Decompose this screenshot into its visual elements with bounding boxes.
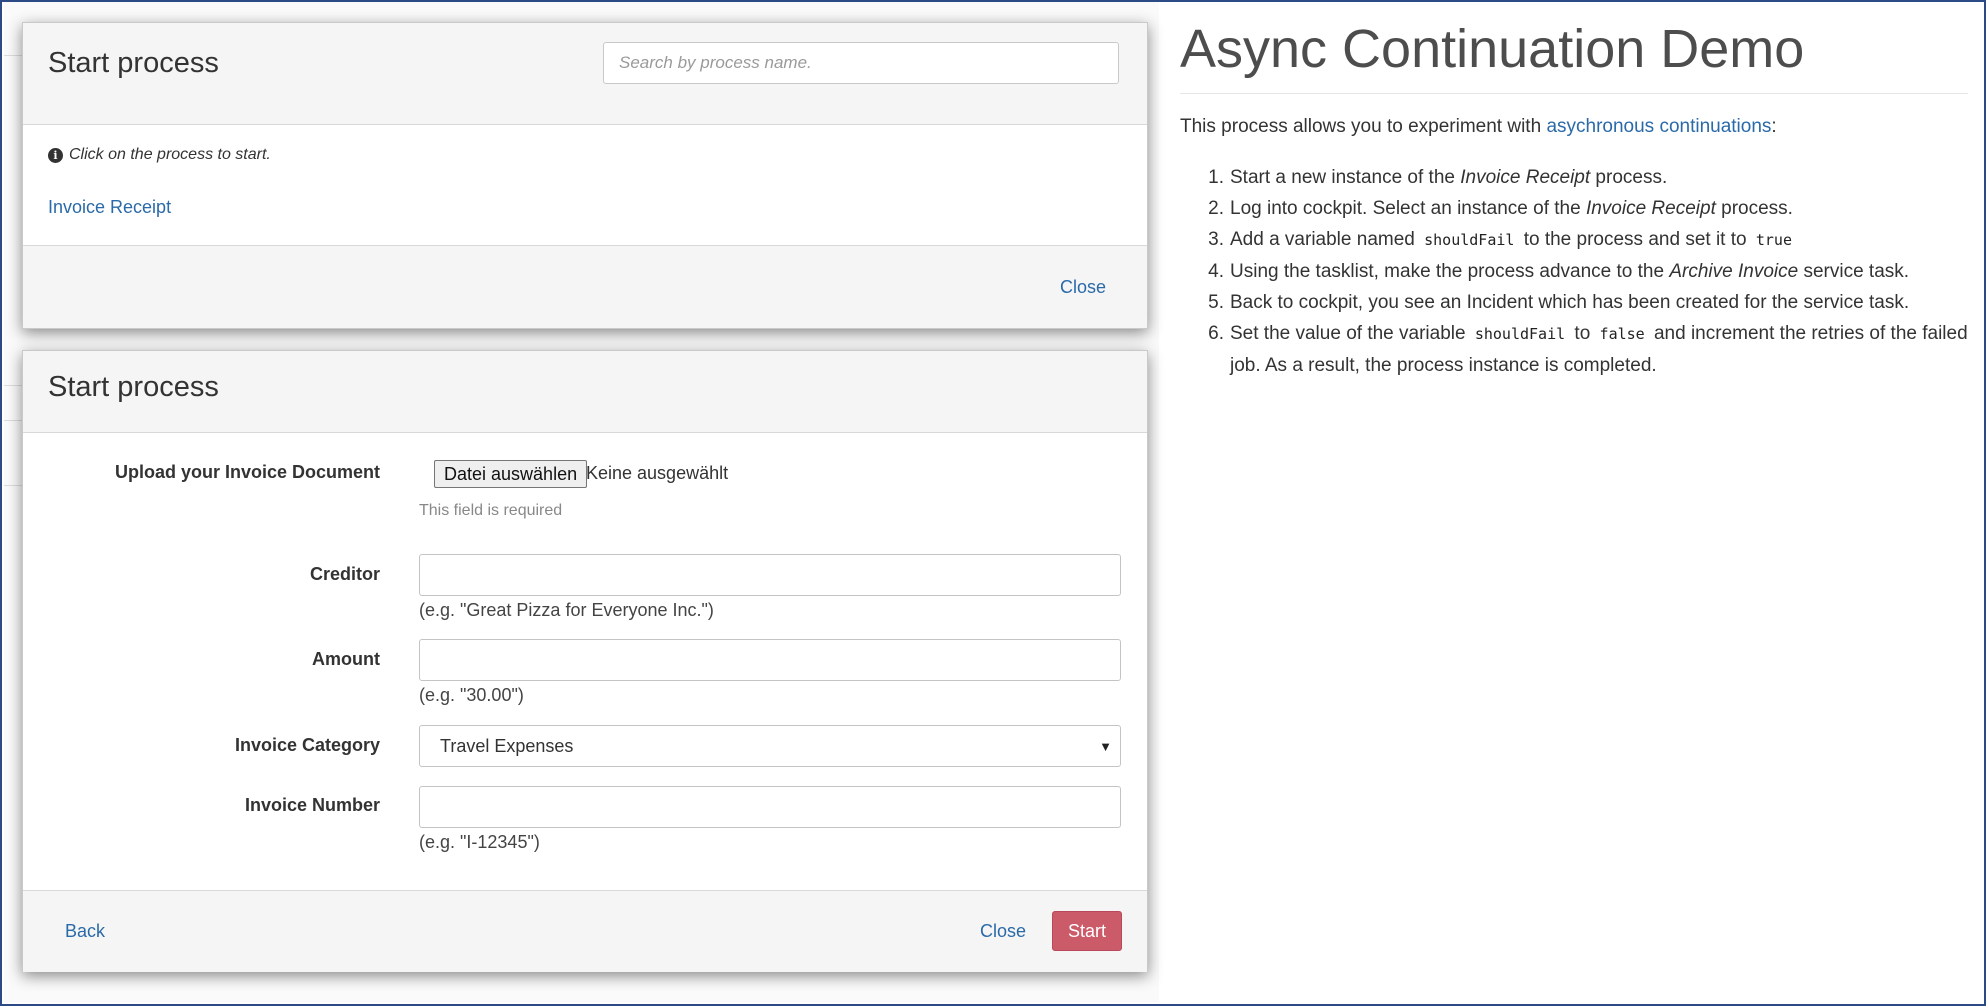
step-text: to the process and set it to [1518, 229, 1752, 250]
step-number: 1. [1208, 167, 1224, 188]
step-text: Start a new instance of the [1230, 167, 1461, 188]
back-button[interactable]: Back [65, 921, 105, 942]
step-text: Using the tasklist, make the process adv… [1230, 261, 1670, 282]
start-process-dialog: Start process i Click on the process to … [22, 22, 1148, 329]
title-divider [1180, 93, 1968, 94]
file-choose-button[interactable]: Datei auswählen [434, 460, 588, 488]
start-hint: i Click on the process to start. [48, 146, 271, 164]
step-code: true [1755, 231, 1792, 249]
step-text: service task. [1798, 261, 1910, 282]
info-icon: i [48, 147, 63, 163]
intro-suffix: : [1771, 116, 1777, 137]
required-message: This field is required [419, 502, 563, 519]
async-continuations-link[interactable]: asychronous continuations [1546, 116, 1771, 137]
dialog-title: Start process [48, 47, 219, 79]
start-process-form-dialog: Start process Upload your Invoice Docume… [22, 350, 1148, 972]
invoice-category-label: Invoice Category [234, 735, 380, 755]
hint-text: Click on the process to start. [69, 146, 271, 163]
invoice-number-help: (e.g. "I-12345") [419, 832, 540, 852]
step-text: Add a variable named [1230, 229, 1421, 250]
upload-label: Upload your Invoice Document [114, 462, 380, 482]
step-item: 5. Back to cockpit, you see an Incident w… [1180, 287, 1970, 318]
dialog-body: i Click on the process to start. Invoice… [23, 125, 1147, 245]
dialog-header: Start process [23, 23, 1147, 125]
step-number: 5. [1208, 292, 1224, 313]
invoice-category-select[interactable]: Travel Expenses ▼ [419, 725, 1121, 767]
dialog-title: Start process [48, 371, 219, 403]
step-text: Log into cockpit. Select an instance of … [1230, 198, 1586, 219]
process-link-invoice-receipt[interactable]: Invoice Receipt [48, 197, 171, 218]
step-item: 6. Set the value of the variable shouldFa… [1180, 318, 1970, 381]
step-code: shouldFail [1424, 231, 1515, 249]
step-emphasis: Invoice Receipt [1585, 198, 1716, 219]
step-emphasis: Invoice Receipt [1460, 167, 1591, 188]
file-status: Keine ausgewählt [586, 463, 729, 483]
step-item: 3. Add a variable named shouldFail to the… [1180, 224, 1970, 256]
step-code: shouldFail [1474, 325, 1566, 343]
start-button[interactable]: Start [1052, 911, 1122, 951]
form-body: Upload your Invoice Document Datei auswä… [23, 433, 1147, 890]
close-button[interactable]: Close [980, 921, 1026, 942]
intro-text: This process allows you to experiment wi… [1180, 116, 1547, 137]
page-title: Async Continuation Demo [1180, 19, 1805, 79]
amount-label: Amount [312, 649, 380, 669]
step-text: process. [1715, 198, 1793, 219]
creditor-label: Creditor [309, 564, 380, 584]
step-item: 4. Using the tasklist, make the process a… [1180, 256, 1970, 287]
process-search-input[interactable] [603, 42, 1119, 84]
step-number: 4. [1208, 261, 1224, 282]
creditor-input[interactable] [419, 554, 1121, 596]
intro-paragraph: This process allows you to experiment wi… [1180, 116, 1777, 138]
step-number: 6. [1208, 323, 1224, 344]
creditor-help: (e.g. "Great Pizza for Everyone Inc.") [419, 600, 714, 620]
step-text: Back to cockpit, you see an Incident whi… [1230, 292, 1910, 313]
amount-help: (e.g. "30.00") [419, 685, 524, 705]
step-number: 3. [1208, 229, 1224, 250]
selected-category: Travel Expenses [440, 736, 574, 756]
step-number: 2. [1208, 198, 1224, 219]
step-text: Set the value of the variable [1230, 323, 1471, 344]
dropdown-caret-icon: ▼ [1099, 739, 1112, 754]
dialog-footer: Close [23, 245, 1147, 328]
step-text: to [1569, 323, 1596, 344]
step-item: 2. Log into cockpit. Select an instance o… [1180, 193, 1970, 224]
invoice-number-input[interactable] [419, 786, 1121, 828]
steps-list: 1. Start a new instance of the Invoice Re… [1180, 162, 1970, 381]
step-item: 1. Start a new instance of the Invoice Re… [1180, 162, 1970, 193]
step-text: process. [1590, 167, 1668, 188]
dialog-footer: Back Close Start [23, 890, 1147, 972]
step-emphasis: Archive Invoice [1669, 261, 1799, 282]
invoice-number-label: Invoice Number [244, 795, 380, 815]
step-code: false [1599, 325, 1645, 343]
dialog-header: Start process [23, 351, 1147, 433]
close-button[interactable]: Close [1060, 277, 1106, 298]
amount-input[interactable] [419, 639, 1121, 681]
